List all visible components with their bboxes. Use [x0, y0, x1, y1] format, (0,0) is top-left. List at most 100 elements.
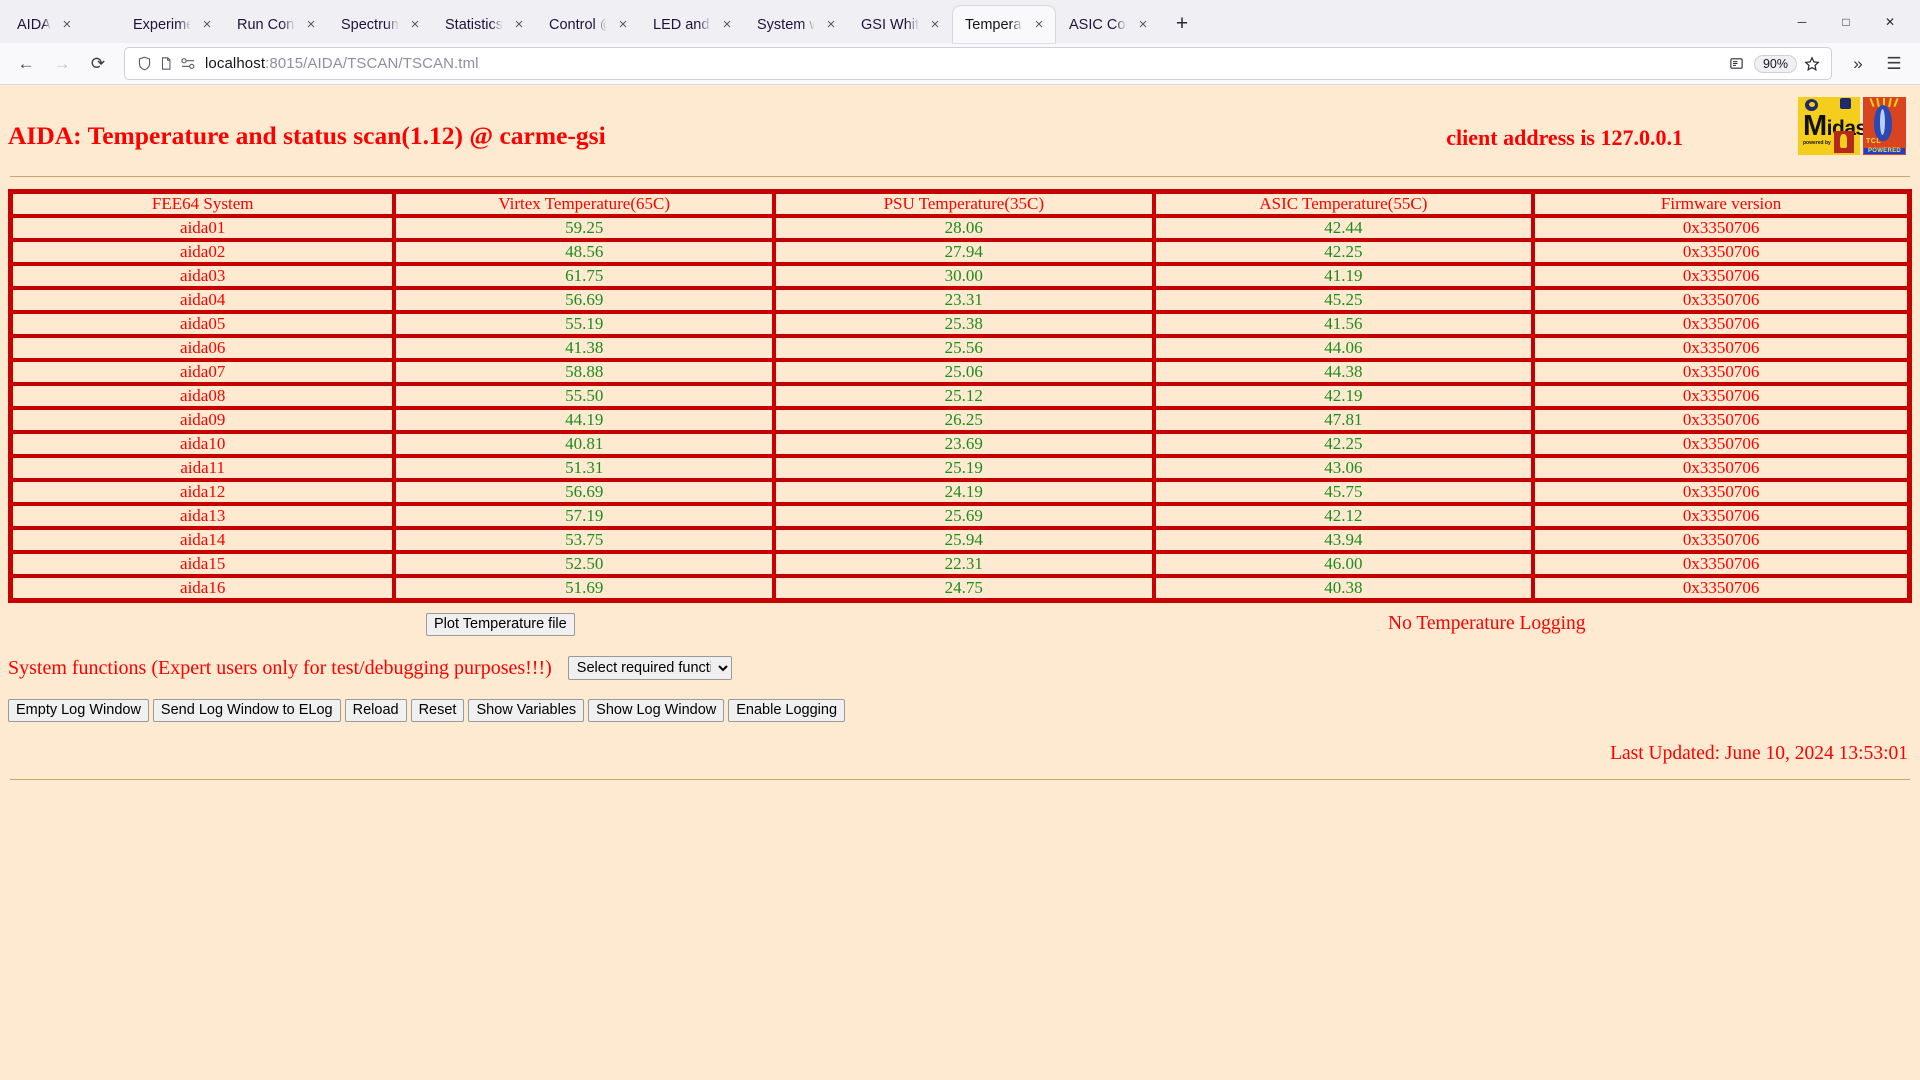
column-header: PSU Temperature(35C) [773, 192, 1154, 216]
table-row: aida04 56.69 23.31 45.25 0x3350706 [11, 288, 1909, 312]
bookmark-star-icon[interactable] [1801, 54, 1823, 74]
last-updated-text: Last Updated: June 10, 2024 13:53:01 [1610, 743, 1908, 764]
tab-close-icon[interactable]: × [1029, 15, 1049, 35]
shield-icon[interactable] [133, 54, 155, 74]
cell-system-name: aida01 [11, 216, 395, 240]
browser-tab[interactable]: Statistics @ carme-gsi × [433, 6, 535, 43]
browser-tab[interactable]: Experiment Control × [121, 6, 223, 43]
tab-label: Control @ carme-gsi [549, 16, 607, 33]
tab-close-icon[interactable]: × [821, 15, 841, 35]
new-tab-button[interactable]: + [1166, 8, 1198, 40]
cell-virtex-temperature: 59.25 [394, 216, 774, 240]
expert-function-button[interactable]: Reload [344, 699, 407, 722]
tab-close-icon[interactable]: × [57, 15, 77, 35]
app-menu-button[interactable]: ☰ [1876, 48, 1912, 80]
cell-asic-temperature: 44.38 [1153, 360, 1534, 384]
tab-label: Spectrum Browser [341, 16, 399, 33]
chevron-double-right-icon: » [1853, 53, 1863, 73]
cell-system-name: aida09 [11, 408, 395, 432]
tab-label: AIDA [17, 16, 51, 33]
navigation-toolbar: ← → ⟳ localhost:8015/AIDA/TSCAN/TSCAN.tm… [0, 43, 1920, 85]
browser-window: AIDA×Experiment Control×Run Control @ ca… [0, 0, 1920, 1080]
function-select[interactable]: Select required function [567, 656, 732, 680]
zoom-level-badge[interactable]: 90% [1753, 54, 1797, 73]
table-row: aida10 40.81 23.69 42.25 0x3350706 [11, 432, 1909, 456]
cell-system-name: aida07 [11, 360, 395, 384]
expert-function-button[interactable]: Send Log Window to ELog [152, 699, 341, 722]
midas-logo-icon: Midas powered by [1798, 97, 1867, 155]
column-header: Firmware version [1533, 192, 1909, 216]
plot-temperature-file-button[interactable]: Plot Temperature file [426, 612, 575, 636]
cell-firmware-version: 0x3350706 [1533, 576, 1909, 600]
overflow-menu-button[interactable]: » [1840, 48, 1876, 80]
tab-close-icon[interactable]: × [405, 15, 425, 35]
logging-status-text: No Temperature Logging [1388, 613, 1586, 634]
expert-function-button[interactable]: Show Variables [468, 699, 585, 722]
browser-tab[interactable]: Temperature and status scan × [953, 6, 1055, 43]
client-address-text: client address is 127.0.0.1 [1446, 125, 1683, 150]
cell-asic-temperature: 45.25 [1153, 288, 1534, 312]
browser-tab[interactable]: Control @ carme-gsi × [537, 6, 639, 43]
tab-close-icon[interactable]: × [197, 15, 217, 35]
cell-system-name: aida10 [11, 432, 395, 456]
tab-close-icon[interactable]: × [613, 15, 633, 35]
temperature-status-table: FEE64 System Virtex Temperature(65C) PSU T… [8, 189, 1912, 603]
cell-virtex-temperature: 57.19 [394, 504, 774, 528]
table-row: aida03 61.75 30.00 41.19 0x3350706 [11, 264, 1909, 288]
cell-firmware-version: 0x3350706 [1533, 336, 1909, 360]
cell-firmware-version: 0x3350706 [1533, 360, 1909, 384]
expert-function-button[interactable]: Empty Log Window [8, 699, 149, 722]
page-info-icon[interactable] [155, 54, 177, 74]
cell-system-name: aida05 [11, 312, 395, 336]
tab-close-icon[interactable]: × [925, 15, 945, 35]
table-row: aida09 44.19 26.25 47.81 0x3350706 [11, 408, 1909, 432]
maximize-button[interactable]: □ [1824, 1, 1868, 43]
address-bar[interactable]: localhost:8015/AIDA/TSCAN/TSCAN.tml 90% [124, 47, 1832, 80]
table-row: aida12 56.69 24.19 45.75 0x3350706 [11, 480, 1909, 504]
expert-function-button[interactable]: Enable Logging [728, 699, 846, 722]
tab-close-icon[interactable]: × [717, 15, 737, 35]
back-arrow-icon: ← [17, 53, 35, 73]
cell-virtex-temperature: 55.50 [394, 384, 774, 408]
url-text[interactable]: localhost:8015/AIDA/TSCAN/TSCAN.tml [199, 55, 1726, 72]
browser-tab[interactable]: LED and Waveform × [641, 6, 743, 43]
cell-psu-temperature: 25.56 [773, 336, 1154, 360]
browser-tab[interactable]: ASIC Control @ carme-gsi × [1057, 6, 1159, 43]
back-button[interactable]: ← [8, 48, 44, 80]
cell-virtex-temperature: 51.69 [394, 576, 774, 600]
cell-system-name: aida12 [11, 480, 395, 504]
forward-button[interactable]: → [44, 48, 80, 80]
tab-label: Run Control @ carme-gsi [237, 16, 295, 33]
browser-tab[interactable]: AIDA × [5, 6, 119, 43]
browser-tab[interactable]: Run Control @ carme-gsi × [225, 6, 327, 43]
close-icon: ✕ [1884, 14, 1896, 29]
cell-firmware-version: 0x3350706 [1533, 240, 1909, 264]
cell-firmware-version: 0x3350706 [1533, 384, 1909, 408]
tab-label: GSI White Rabbit Time [861, 16, 919, 33]
expert-function-button[interactable]: Show Log Window [588, 699, 725, 722]
reload-icon: ⟳ [90, 53, 106, 73]
cell-psu-temperature: 24.19 [773, 480, 1154, 504]
cell-system-name: aida16 [11, 576, 395, 600]
cell-system-name: aida06 [11, 336, 395, 360]
tab-close-icon[interactable]: × [301, 15, 321, 35]
reader-mode-icon[interactable] [1726, 54, 1748, 74]
minimize-button[interactable]: ─ [1780, 1, 1824, 43]
tab-close-icon[interactable]: × [509, 15, 529, 35]
reload-button[interactable]: ⟳ [80, 48, 116, 80]
cell-asic-temperature: 42.12 [1153, 504, 1534, 528]
cell-asic-temperature: 42.44 [1153, 216, 1534, 240]
tab-label: Statistics @ carme-gsi [445, 16, 503, 33]
browser-tab[interactable]: GSI White Rabbit Time × [849, 6, 951, 43]
close-window-button[interactable]: ✕ [1868, 1, 1912, 43]
cell-psu-temperature: 25.69 [773, 504, 1154, 528]
tracking-protection-icon[interactable] [177, 54, 199, 74]
url-path: :8015/AIDA/TSCAN/TSCAN.tml [265, 55, 479, 72]
cell-psu-temperature: 30.00 [773, 264, 1154, 288]
toolbar-right: » ☰ [1840, 48, 1912, 80]
browser-tab[interactable]: Spectrum Browser × [329, 6, 431, 43]
expert-function-button[interactable]: Reset [410, 699, 465, 722]
system-functions-label: System functions (Expert users only for … [8, 656, 552, 679]
browser-tab[interactable]: System wide Checks × [745, 6, 847, 43]
tab-close-icon[interactable]: × [1133, 15, 1153, 35]
